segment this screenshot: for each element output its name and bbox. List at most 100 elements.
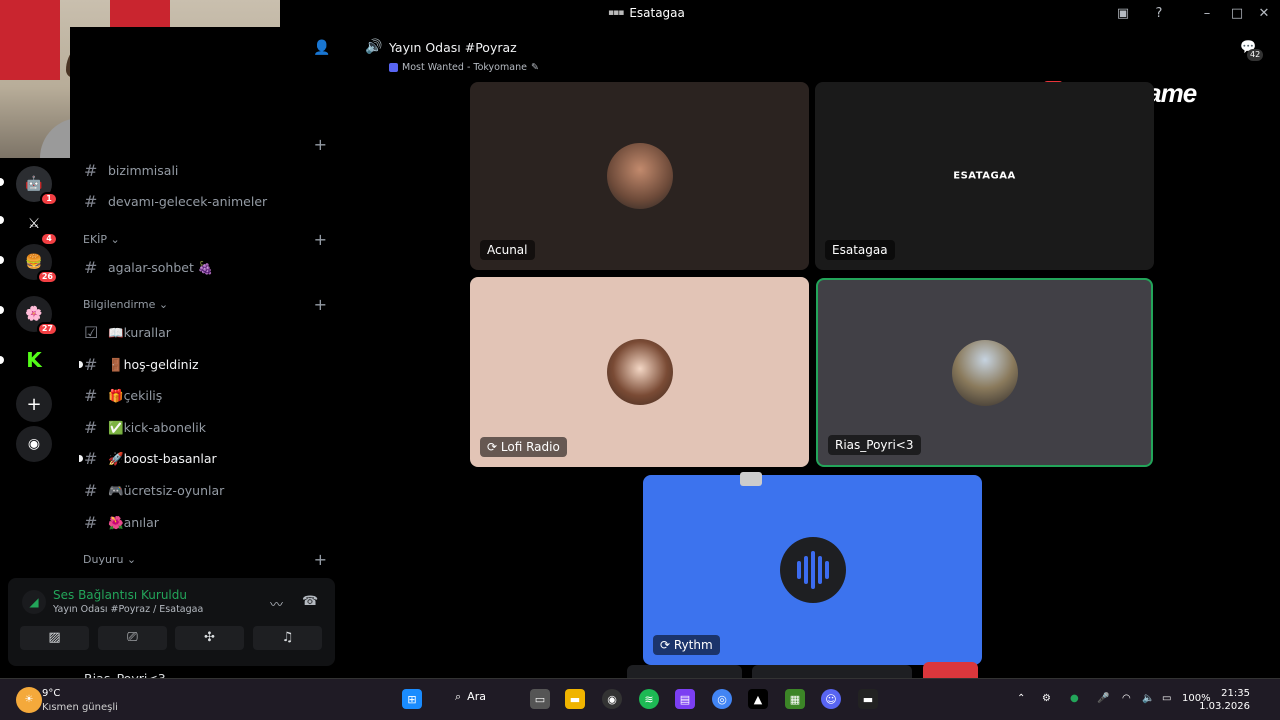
edit-icon[interactable]: ✎ bbox=[531, 62, 539, 73]
activity-controls[interactable] bbox=[752, 665, 912, 678]
participant-tile-rythm[interactable]: ⟳ Rythm bbox=[643, 475, 982, 665]
hash-icon: # bbox=[84, 355, 98, 374]
voice-channel-path[interactable]: Yayın Odası #Poyraz / Esatagaa bbox=[53, 604, 203, 615]
hash-icon: # bbox=[84, 258, 98, 277]
add-channel-icon[interactable]: + bbox=[314, 135, 327, 154]
participant-tile-esatagaa[interactable]: ESATAGAA Esatagaa bbox=[815, 82, 1154, 270]
channel-name: Yayın Odası #Poyraz bbox=[389, 40, 517, 55]
video-editor-icon[interactable]: ▤ bbox=[675, 689, 695, 709]
server-gaming-icon[interactable]: ⚔ 4 bbox=[16, 206, 58, 246]
battery-icon[interactable]: ▭ bbox=[1162, 693, 1171, 704]
weather-icon[interactable]: ☀ bbox=[16, 687, 42, 713]
server-kick-icon[interactable]: K bbox=[16, 342, 52, 378]
task-view-icon[interactable]: ▭ bbox=[530, 689, 550, 709]
participant-tile-rias-poyri[interactable]: Rias_Poyri<3 bbox=[816, 278, 1153, 467]
channel-devami-gelecek-animeler[interactable]: # devamı-gelecek-animeler bbox=[84, 192, 267, 211]
participant-name: Acunal bbox=[480, 240, 535, 260]
obs-icon[interactable]: ◉ bbox=[602, 689, 622, 709]
channel-kick-abonelik[interactable]: # ✅kick-abonelik bbox=[84, 418, 206, 437]
file-explorer-icon[interactable]: ▬ bbox=[565, 689, 585, 709]
maximize-button[interactable]: □ bbox=[1228, 5, 1246, 23]
bot-icon: ⟳ bbox=[487, 440, 501, 454]
participant-name: Rias_Poyri<3 bbox=[828, 435, 921, 455]
mic-control[interactable] bbox=[627, 665, 742, 678]
noise-suppression-icon[interactable]: 〰 bbox=[270, 594, 283, 613]
server-robot-icon[interactable]: 🤖 1 bbox=[16, 166, 58, 206]
participant-center-text: ESATAGAA bbox=[953, 170, 1016, 182]
channel-ucretsiz-oyunlar[interactable]: # 🎮ücretsiz-oyunlar bbox=[84, 481, 224, 500]
rules-icon: ☑ bbox=[84, 323, 99, 342]
channel-cekilis[interactable]: # 🎁çekiliş bbox=[84, 386, 162, 405]
wifi-icon[interactable]: ◠ bbox=[1122, 693, 1131, 704]
taskbar-search[interactable]: ⌕ Ara bbox=[455, 690, 486, 704]
category-bilgilendirme[interactable]: Bilgilendirme ⌄ bbox=[83, 298, 168, 311]
spotify-icon[interactable]: ≋ bbox=[639, 689, 659, 709]
hash-icon: # bbox=[84, 418, 98, 437]
category-ekip[interactable]: EKİP ⌄ bbox=[83, 233, 120, 246]
channel-boost-basanlar[interactable]: # 🚀boost-basanlar bbox=[79, 449, 217, 468]
channel-kurallar[interactable]: ☑ 📖kurallar bbox=[84, 323, 171, 342]
participant-tile-acunal[interactable]: Acunal bbox=[470, 82, 809, 270]
microphone-icon[interactable]: 🎤 bbox=[1097, 693, 1109, 704]
voice-status[interactable]: Ses Bağlantısı Kuruldu bbox=[53, 588, 187, 602]
minecraft-icon[interactable]: ▦ bbox=[785, 689, 805, 709]
camera-button[interactable]: ▨ bbox=[20, 626, 89, 650]
weather-desc: Kısmen güneşli bbox=[42, 702, 118, 713]
screen-share-button[interactable]: ⎚ bbox=[98, 626, 167, 650]
channel-agalar-sohbet[interactable]: # agalar-sohbet 🍇 bbox=[84, 258, 213, 277]
unread-indicator bbox=[79, 361, 83, 368]
channel-anilar[interactable]: # 🌺anılar bbox=[84, 513, 159, 532]
close-button[interactable]: ✕ bbox=[1255, 5, 1273, 23]
signal-icon[interactable]: ◢ bbox=[22, 590, 46, 614]
bot-icon: ⟳ bbox=[660, 638, 674, 652]
soundboard-button[interactable]: ♫ bbox=[253, 626, 322, 650]
chrome-icon[interactable]: ◎ bbox=[712, 689, 732, 709]
leave-call-button[interactable] bbox=[923, 662, 978, 678]
add-channel-icon[interactable]: + bbox=[314, 230, 327, 249]
discover-icon[interactable]: ◉ bbox=[16, 426, 52, 462]
minimize-button[interactable]: – bbox=[1198, 5, 1216, 23]
avatar bbox=[951, 339, 1018, 406]
hash-icon: # bbox=[84, 481, 98, 500]
discord-icon[interactable]: ☺ bbox=[821, 689, 841, 709]
participant-count: 42 bbox=[1247, 49, 1264, 61]
add-channel-icon[interactable]: + bbox=[314, 550, 327, 569]
add-server-button[interactable]: + bbox=[16, 386, 52, 422]
server-anime-icon[interactable]: 🌸 27 bbox=[16, 296, 58, 336]
category-duyuru[interactable]: Duyuru ⌄ bbox=[83, 553, 136, 566]
participant-name: Esatagaa bbox=[825, 240, 895, 260]
invite-icon[interactable]: 👤 bbox=[313, 40, 330, 56]
channel-hos-geldiniz[interactable]: # 🚪hoş-geldiniz bbox=[79, 355, 199, 374]
activity-icon bbox=[389, 63, 398, 72]
volume-icon[interactable]: 🔈 bbox=[1142, 693, 1154, 704]
weather-temp: 9°C bbox=[42, 688, 61, 699]
participant-name: ⟳ Lofi Radio bbox=[480, 437, 567, 457]
activities-button[interactable]: ✣ bbox=[175, 626, 244, 650]
terminal-icon[interactable]: ▬ bbox=[858, 689, 878, 709]
unread-indicator bbox=[0, 256, 4, 264]
search-icon: ⌕ bbox=[455, 690, 462, 703]
hash-icon: # bbox=[84, 161, 98, 180]
tray-expand-icon[interactable]: ⌃ bbox=[1017, 693, 1025, 704]
inbox-icon[interactable]: ▣ bbox=[1114, 5, 1132, 23]
unread-indicator bbox=[0, 306, 4, 314]
windows-start-icon[interactable]: ⊞ bbox=[402, 689, 422, 709]
call-header: 🔊 Yayın Odası #Poyraz Most Wanted - Toky… bbox=[343, 27, 1280, 77]
channel-bizimmisali[interactable]: # bizimmisali bbox=[84, 161, 178, 180]
unread-indicator bbox=[0, 178, 4, 186]
game-launcher-icon[interactable]: ▲ bbox=[748, 689, 768, 709]
steam-icon[interactable]: ⚙ bbox=[1042, 693, 1051, 704]
help-icon[interactable]: ? bbox=[1150, 5, 1168, 23]
participant-name: ⟳ Rythm bbox=[653, 635, 720, 655]
add-channel-icon[interactable]: + bbox=[314, 295, 327, 314]
windows-taskbar: ☀ 9°C Kısmen güneşli ⊞ ⌕ Ara ▭ ▬ ◉ ≋ ▤ ◎ … bbox=[0, 678, 1280, 720]
server-burger-icon[interactable]: 🍔 26 bbox=[16, 244, 58, 284]
status-dot-icon[interactable]: ● bbox=[1070, 693, 1079, 704]
voice-connection-panel: ◢ Ses Bağlantısı Kuruldu Yayın Odası #Po… bbox=[8, 578, 335, 666]
clock[interactable]: 21:35 1.03.2026 bbox=[1199, 687, 1250, 713]
participant-tile-lofi-radio[interactable]: ⟳ Lofi Radio bbox=[470, 277, 809, 467]
flag-decoration bbox=[0, 0, 60, 80]
disconnect-icon[interactable]: ☎ bbox=[302, 594, 318, 609]
hash-icon: # bbox=[84, 192, 98, 211]
car-decoration-icon bbox=[740, 472, 762, 486]
